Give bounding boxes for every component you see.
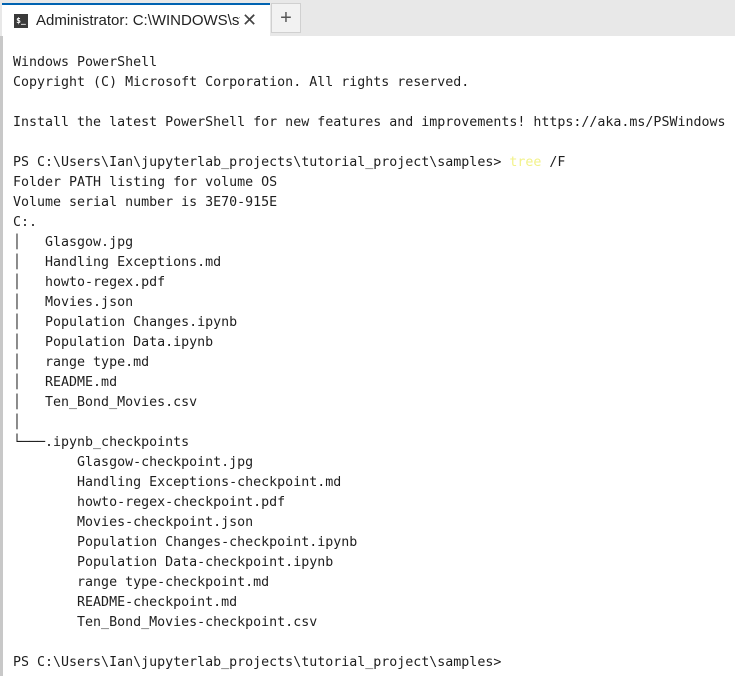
output-line: Volume serial number is 3E70-915E (13, 195, 278, 210)
output-line: C:. (13, 215, 38, 230)
tab-powershell[interactable]: $_ Administrator: C:\WINDOWS\system32\Wi… (2, 3, 270, 36)
output-line: Ten_Bond_Movies-checkpoint.csv (13, 615, 318, 630)
output-line: │ Handling Exceptions.md (13, 255, 222, 270)
terminal-line: Install the latest PowerShell for new fe… (13, 115, 726, 130)
output-line: │ Population Changes.ipynb (13, 315, 238, 330)
output-line: Population Data-checkpoint.ipynb (13, 555, 334, 570)
output-line: │ Population Data.ipynb (13, 335, 214, 350)
prompt-line: PS C:\Users\Ian\jupyterlab_projects\tuto… (13, 153, 725, 173)
command: tree (509, 155, 542, 170)
output-line: Glasgow-checkpoint.jpg (13, 455, 254, 470)
output-line: │ range type.md (13, 355, 150, 370)
prompt-line: PS C:\Users\Ian\jupyterlab_projects\tuto… (13, 655, 502, 670)
terminal-line: Windows PowerShell (13, 55, 158, 70)
output-line: Population Changes-checkpoint.ipynb (13, 535, 358, 550)
output-line: │ Glasgow.jpg (13, 235, 134, 250)
output-line: │ README.md (13, 375, 118, 390)
output-line: │ (13, 415, 22, 430)
terminal-output[interactable]: Windows PowerShell Copyright (C) Microsof… (13, 53, 725, 673)
output-line: range type-checkpoint.md (13, 575, 270, 590)
terminal-line: Copyright (C) Microsoft Corporation. All… (13, 75, 470, 90)
new-tab-button[interactable]: + (271, 3, 301, 33)
output-line: Handling Exceptions-checkpoint.md (13, 475, 342, 490)
output-line: README-checkpoint.md (13, 595, 238, 610)
output-line: │ howto-regex.pdf (13, 275, 166, 290)
output-line: └───.ipynb_checkpoints (13, 435, 190, 450)
tab-title: Administrator: C:\WINDOWS\system32\Windo… (36, 12, 240, 29)
output-line: Folder PATH listing for volume OS (13, 175, 278, 190)
output-line: │ Ten_Bond_Movies.csv (13, 395, 198, 410)
close-tab-icon[interactable]: ✕ (242, 10, 257, 31)
tab-bar: $_ Administrator: C:\WINDOWS\system32\Wi… (0, 0, 735, 36)
output-line: howto-regex-checkpoint.pdf (13, 495, 286, 510)
powershell-icon: $_ (14, 13, 28, 28)
output-line: │ Movies.json (13, 295, 134, 310)
command-args: /F (541, 155, 566, 170)
prompt: PS C:\Users\Ian\jupyterlab_projects\tuto… (13, 155, 510, 170)
window-border (0, 36, 3, 676)
output-line: Movies-checkpoint.json (13, 515, 254, 530)
